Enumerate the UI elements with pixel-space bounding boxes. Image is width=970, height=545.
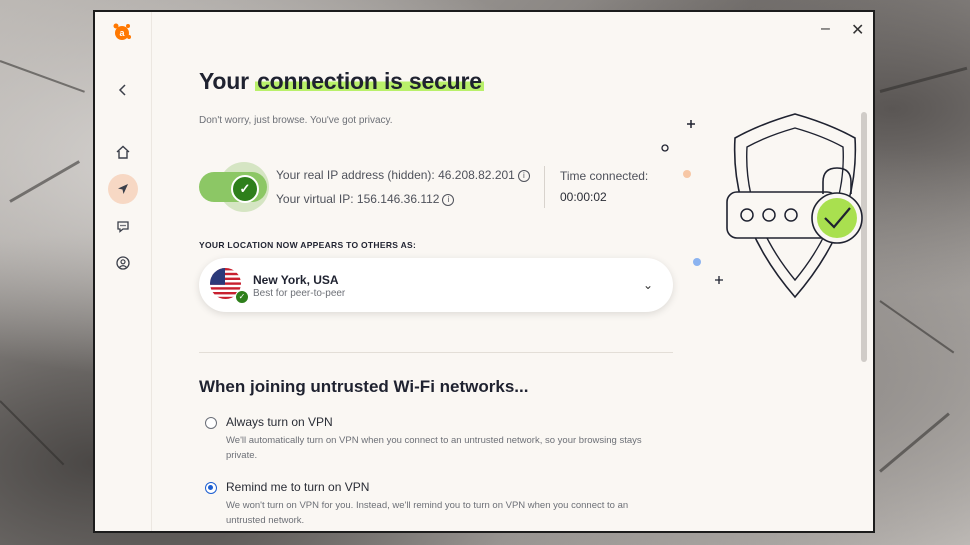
- page-title: Your connection is secure: [199, 68, 484, 95]
- info-icon[interactable]: i: [517, 169, 530, 182]
- avast-logo-icon: a: [113, 23, 131, 40]
- sidebar-item-chat[interactable]: [108, 211, 138, 241]
- title-prefix: Your: [199, 68, 256, 94]
- check-icon: ✓: [231, 175, 259, 203]
- vpn-app-window: a – ✕ Your connection is secure Don't wo…: [93, 10, 875, 533]
- time-connected-value: 00:00:02: [560, 190, 607, 204]
- home-icon: [116, 145, 130, 159]
- real-ip-label: Your real IP address (hidden): 46.208.82…: [276, 168, 515, 182]
- title-highlight: connection is secure: [255, 68, 484, 94]
- chevron-left-icon: [118, 84, 126, 96]
- minimize-button[interactable]: –: [821, 20, 830, 38]
- chevron-down-icon: ⌄: [642, 278, 653, 292]
- close-button[interactable]: ✕: [851, 20, 864, 40]
- sidebar-item-account[interactable]: [108, 248, 138, 278]
- location-subtitle: Best for peer-to-peer: [253, 288, 346, 299]
- sidebar: a: [95, 12, 152, 531]
- navigation-arrow-icon: [118, 184, 128, 194]
- page-subtitle: Don't worry, just browse. You've got pri…: [199, 115, 393, 126]
- location-caption: YOUR LOCATION NOW APPEARS TO OTHERS AS:: [199, 240, 417, 250]
- info-icon[interactable]: i: [442, 193, 455, 206]
- user-circle-icon: [116, 256, 130, 270]
- wifi-section-heading: When joining untrusted Wi-Fi networks...: [199, 377, 529, 396]
- back-button[interactable]: [108, 75, 138, 105]
- shield-lock-illustration: [661, 113, 863, 299]
- radio-always-vpn[interactable]: [205, 417, 217, 429]
- option-description: We won't turn on VPN for you. Instead, w…: [226, 500, 629, 526]
- sidebar-item-location[interactable]: [108, 174, 138, 204]
- divider: [544, 166, 545, 208]
- sidebar-item-home[interactable]: [108, 137, 138, 167]
- location-name: New York, USA: [253, 273, 339, 287]
- option-description: We'll automatically turn on VPN when you…: [226, 435, 642, 461]
- chat-bubble-icon: [117, 221, 129, 233]
- virtual-ip-row: Your virtual IP: 156.146.36.112 i: [276, 192, 455, 206]
- virtual-ip-label: Your virtual IP: 156.146.36.112: [276, 192, 440, 206]
- location-selector[interactable]: ✓ New York, USA Best for peer-to-peer ⌄: [199, 258, 673, 312]
- real-ip-row: Your real IP address (hidden): 46.208.82…: [276, 168, 530, 182]
- section-divider: [199, 352, 673, 353]
- radio-remind-vpn[interactable]: [205, 482, 217, 494]
- option-label[interactable]: Always turn on VPN: [226, 415, 333, 429]
- time-connected-label: Time connected:: [560, 169, 649, 183]
- connected-check-icon: ✓: [235, 290, 249, 304]
- option-label[interactable]: Remind me to turn on VPN: [226, 480, 369, 494]
